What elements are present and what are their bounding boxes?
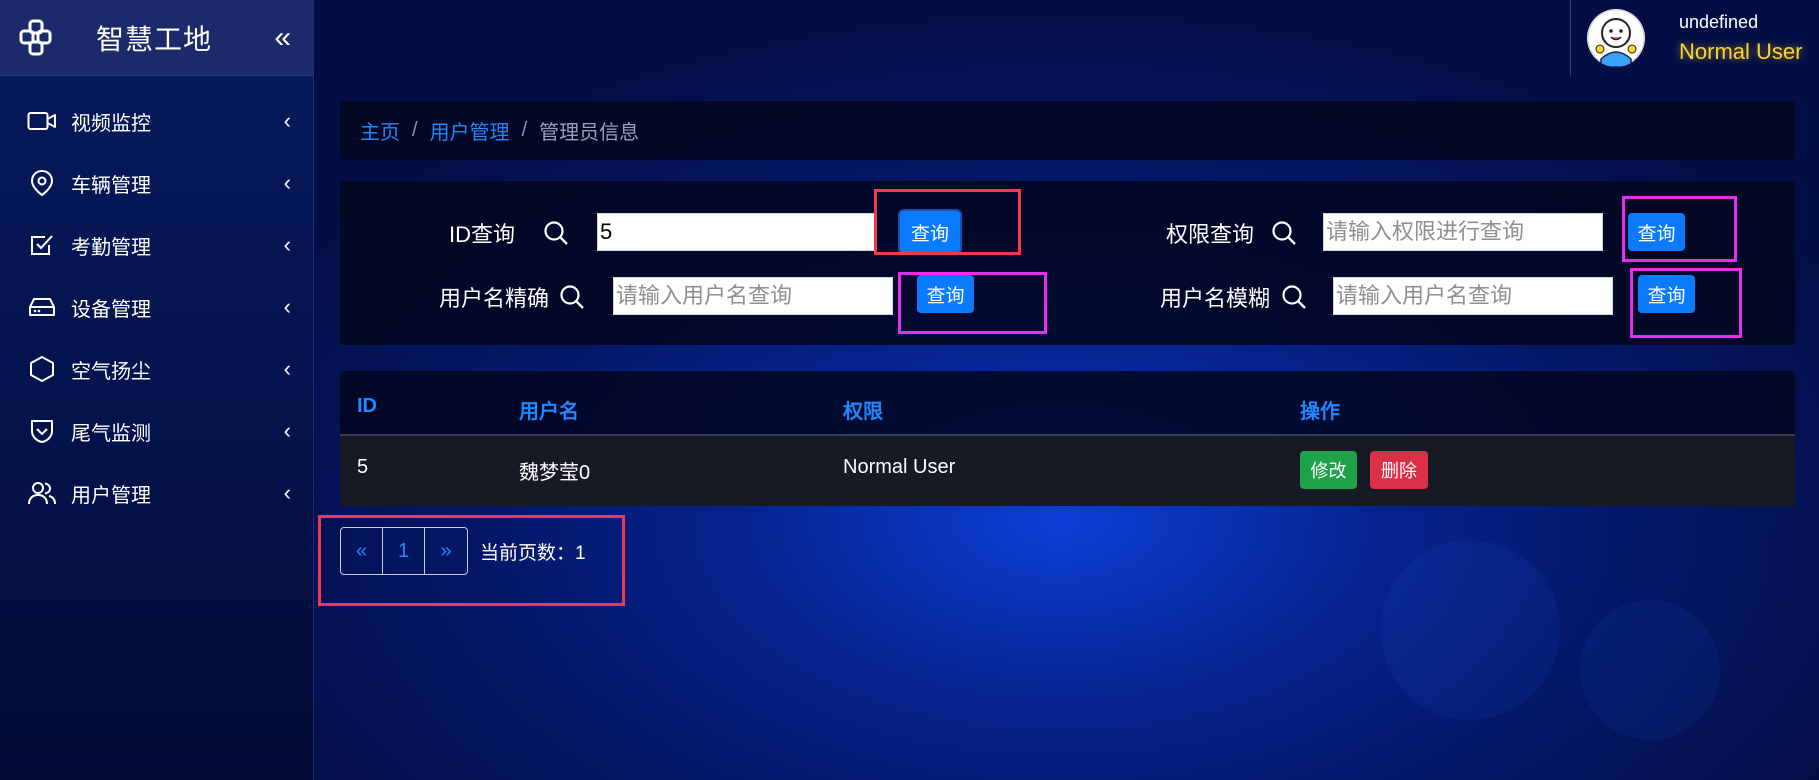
username-fuzzy-button[interactable]: 查询 — [1638, 275, 1695, 313]
breadcrumb-current: 管理员信息 — [539, 122, 640, 144]
breadcrumb-user-management[interactable]: 用户管理 — [430, 116, 510, 145]
column-header-permission: 权限 — [843, 401, 883, 423]
search-icon — [544, 221, 568, 245]
delete-button[interactable]: 删除 — [1370, 451, 1428, 489]
username-exact-label: 用户名精确 — [439, 286, 550, 311]
permission-query-input[interactable] — [1323, 213, 1603, 251]
sidebar-item-attendance[interactable]: 考勤管理 ‹ — [0, 214, 313, 276]
column-header-username: 用户名 — [519, 401, 579, 423]
current-page-info: 当前页数：1 — [480, 543, 586, 564]
chevron-left-icon: ‹ — [283, 232, 291, 257]
sidebar-item-label: 车辆管理 — [71, 174, 151, 197]
permission-query-label: 权限查询 — [1166, 222, 1255, 247]
device-drive-icon — [27, 292, 57, 322]
admin-table: ID 用户名 权限 操作 5 魏梦莹0 Normal User 修改 删除 — [340, 371, 1795, 506]
sidebar-item-users[interactable]: 用户管理 ‹ — [0, 462, 313, 524]
permission-query-button[interactable]: 查询 — [1628, 213, 1685, 251]
cell-username: 魏梦莹0 — [519, 462, 591, 484]
column-header-id: ID — [357, 395, 377, 417]
location-pin-icon — [27, 168, 57, 198]
edit-button[interactable]: 修改 — [1300, 451, 1357, 489]
next-page-button[interactable]: » — [425, 528, 467, 574]
chevron-left-icon: ‹ — [283, 108, 291, 133]
breadcrumb-separator: / — [412, 119, 418, 141]
app-title: 智慧工地 — [96, 23, 213, 55]
sidebar-item-air-dust[interactable]: 空气扬尘 ‹ — [0, 338, 313, 400]
table-row: 5 魏梦莹0 Normal User 修改 删除 — [340, 434, 1795, 506]
chevron-left-icon: ‹ — [283, 418, 291, 443]
user-name: undefined — [1679, 11, 1759, 32]
chevron-left-icon: ‹ — [283, 480, 291, 505]
sidebar-item-label: 空气扬尘 — [71, 360, 151, 383]
username-exact-button[interactable]: 查询 — [917, 275, 974, 313]
user-panel[interactable]: undefined Normal User — [1570, 0, 1819, 76]
search-panel: ID查询 查询 权限查询 查询 用户名精确 查询 用户名模糊 查询 — [340, 181, 1795, 345]
sidebar-item-label: 考勤管理 — [71, 236, 151, 259]
sidebar-item-video[interactable]: 视频监控 ‹ — [0, 90, 313, 152]
pagination: « 1 » — [340, 527, 468, 575]
background-glow — [1380, 540, 1560, 720]
breadcrumb-separator: / — [521, 119, 528, 141]
cell-id: 5 — [357, 456, 369, 478]
sidebar-item-devices[interactable]: 设备管理 ‹ — [0, 276, 313, 338]
chevron-left-icon: ‹ — [283, 356, 291, 381]
video-camera-icon — [27, 106, 57, 136]
breadcrumb: 主页 / 用户管理 / 管理员信息 — [340, 101, 1795, 160]
shield-check-icon — [27, 416, 57, 446]
users-icon — [27, 478, 57, 508]
app-logo-icon — [19, 19, 52, 55]
sidebar-item-label: 视频监控 — [71, 112, 151, 135]
sidebar-item-exhaust[interactable]: 尾气监测 ‹ — [0, 400, 313, 462]
user-info: undefined Normal User — [1679, 12, 1802, 65]
collapse-sidebar-icon[interactable]: « — [274, 21, 291, 55]
sidebar-item-label: 设备管理 — [71, 298, 151, 321]
cell-permission: Normal User — [843, 456, 956, 478]
sidebar-item-label: 用户管理 — [71, 484, 151, 507]
username-fuzzy-label: 用户名模糊 — [1160, 286, 1271, 311]
hexagon-icon — [27, 354, 57, 384]
page-1-button[interactable]: 1 — [383, 528, 425, 574]
user-role: Normal User — [1679, 38, 1803, 64]
username-fuzzy-input[interactable] — [1333, 277, 1613, 315]
username-exact-input[interactable] — [613, 277, 893, 315]
chevron-left-icon: ‹ — [283, 170, 291, 195]
id-query-label: ID查询 — [449, 222, 516, 247]
search-icon — [1282, 285, 1306, 309]
brand-header: 智慧工地 « — [0, 0, 313, 76]
sidebar-item-vehicles[interactable]: 车辆管理 ‹ — [0, 152, 313, 214]
id-query-button[interactable]: 查询 — [900, 211, 960, 253]
sidebar-menu: 视频监控 ‹ 车辆管理 ‹ 考勤管理 ‹ 设备管理 ‹ 空气扬尘 ‹ 尾气监测 … — [0, 90, 313, 524]
search-icon — [560, 285, 584, 309]
prev-page-button[interactable]: « — [341, 528, 383, 574]
sidebar-item-label: 尾气监测 — [71, 422, 151, 445]
chevron-left-icon: ‹ — [283, 294, 291, 319]
checkbox-icon — [27, 230, 57, 260]
column-header-actions: 操作 — [1300, 401, 1340, 423]
cartoon-avatar-icon — [1587, 9, 1645, 67]
search-icon — [1272, 221, 1296, 245]
sidebar: 智慧工地 « 视频监控 ‹ 车辆管理 ‹ 考勤管理 ‹ 设备管理 ‹ 空气扬尘 … — [0, 0, 314, 780]
breadcrumb-home[interactable]: 主页 — [360, 116, 400, 145]
id-query-input[interactable] — [597, 213, 877, 251]
background-glow — [1580, 600, 1720, 740]
